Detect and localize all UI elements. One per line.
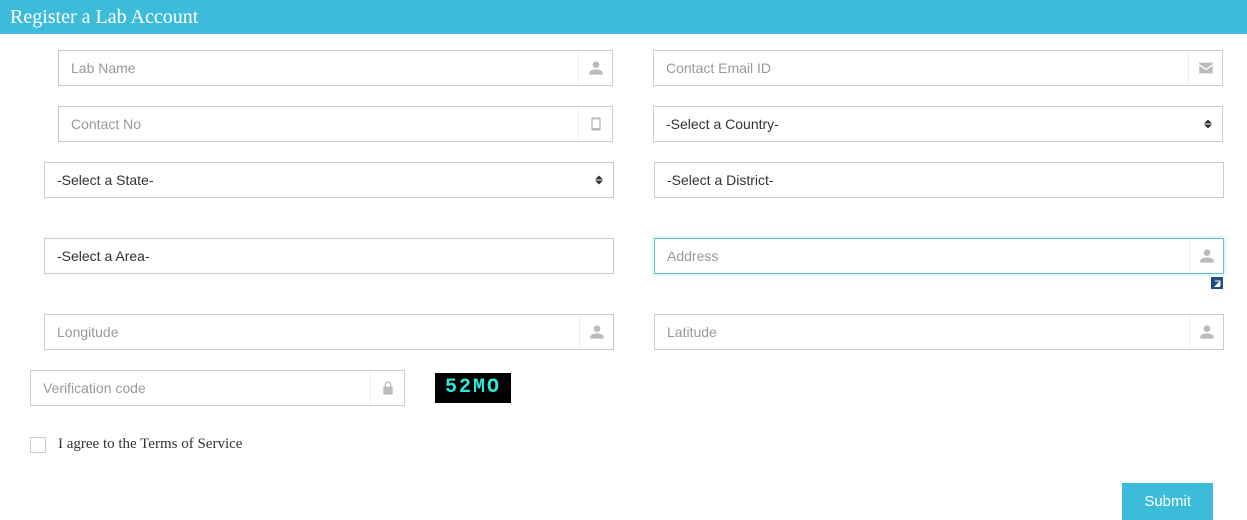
sort-icon bbox=[595, 176, 603, 185]
resize-handle-icon[interactable] bbox=[1210, 276, 1224, 290]
address-input[interactable] bbox=[655, 239, 1189, 273]
page-title: Register a Lab Account bbox=[10, 6, 198, 28]
envelope-icon bbox=[1188, 51, 1222, 85]
lab-name-group bbox=[58, 50, 613, 86]
terms-checkbox[interactable] bbox=[30, 437, 46, 453]
longitude-input[interactable] bbox=[45, 315, 579, 349]
state-select[interactable]: -Select a State- bbox=[44, 162, 614, 198]
longitude-group bbox=[44, 314, 614, 350]
latitude-group bbox=[654, 314, 1224, 350]
contact-no-group bbox=[58, 106, 613, 142]
contact-no-input[interactable] bbox=[59, 107, 578, 141]
user-icon bbox=[578, 51, 612, 85]
verification-input[interactable] bbox=[31, 371, 370, 405]
state-select-text: -Select a State- bbox=[57, 172, 154, 188]
country-select-text: -Select a Country- bbox=[666, 116, 779, 132]
district-select[interactable]: -Select a District- bbox=[654, 162, 1224, 198]
contact-email-input[interactable] bbox=[654, 51, 1188, 85]
contact-email-group bbox=[653, 50, 1223, 86]
mobile-icon bbox=[578, 107, 612, 141]
latitude-input[interactable] bbox=[655, 315, 1189, 349]
user-icon bbox=[1189, 239, 1223, 273]
register-form: -Select a Country- -Select a State- -Sel… bbox=[0, 34, 1247, 520]
page-header: Register a Lab Account bbox=[0, 0, 1247, 34]
user-icon bbox=[579, 315, 613, 349]
address-group bbox=[654, 238, 1224, 274]
sort-icon bbox=[1204, 120, 1212, 129]
country-select[interactable]: -Select a Country- bbox=[653, 106, 1223, 142]
terms-label: I agree to the Terms of Service bbox=[58, 436, 242, 453]
district-select-text: -Select a District- bbox=[667, 172, 774, 188]
lab-name-input[interactable] bbox=[59, 51, 578, 85]
user-icon bbox=[1189, 315, 1223, 349]
captcha-image: 52MO bbox=[435, 373, 511, 403]
area-select[interactable]: -Select a Area- bbox=[44, 238, 614, 274]
submit-button[interactable]: Submit bbox=[1122, 483, 1213, 520]
verification-group bbox=[30, 370, 405, 406]
area-select-text: -Select a Area- bbox=[57, 248, 150, 264]
captcha-text: 52MO bbox=[445, 376, 501, 399]
lock-icon bbox=[370, 371, 404, 405]
